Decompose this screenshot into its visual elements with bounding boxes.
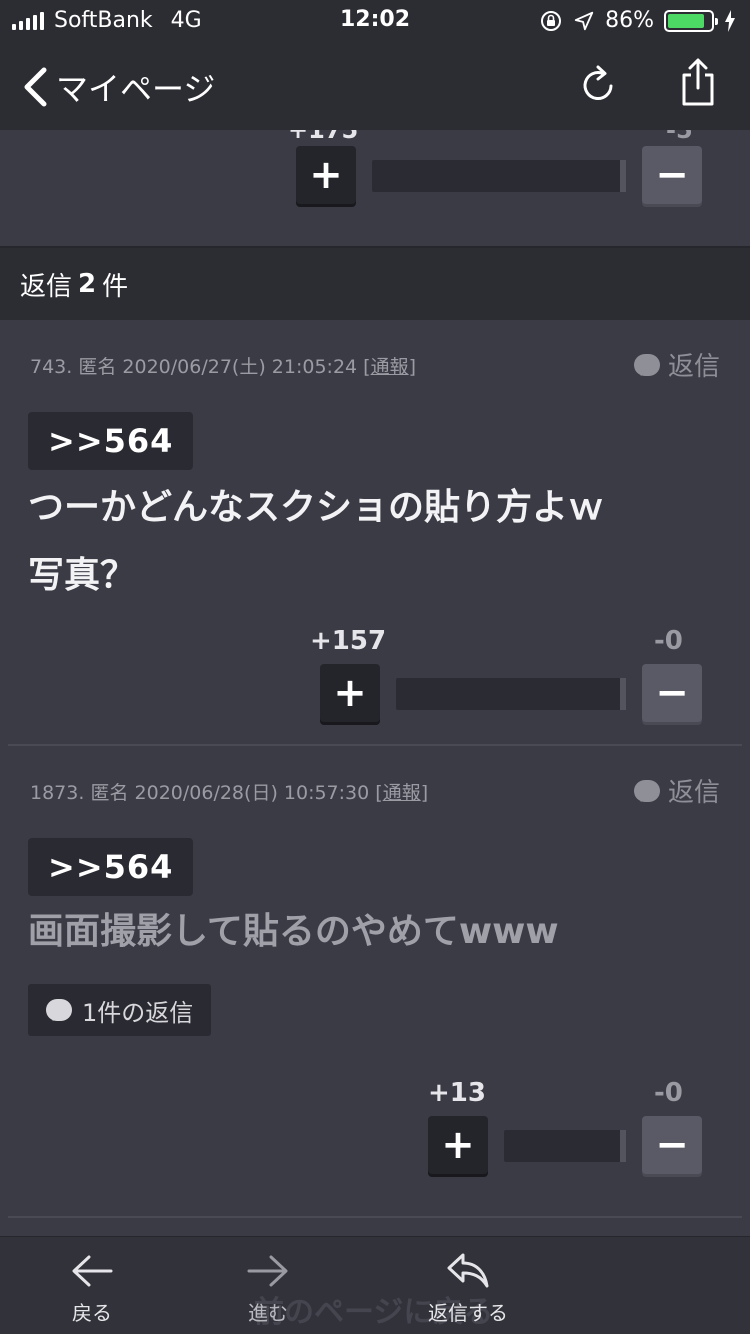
location-arrow-icon xyxy=(574,11,594,30)
navigation-bar: マイページ xyxy=(0,40,750,130)
reply-link[interactable]: 返信 xyxy=(633,772,720,809)
status-right: 86% xyxy=(539,8,736,33)
vote-ratio-bar xyxy=(396,678,626,710)
replies-header: 返信 2 件 xyxy=(0,248,750,320)
battery-percent: 86% xyxy=(605,8,654,33)
post-datetime: 2020/06/27(土) 21:05:24 xyxy=(122,356,358,378)
browser-forward-button[interactable]: 進む xyxy=(208,1251,328,1326)
post-author: 匿名 xyxy=(90,782,129,804)
post-author: 匿名 xyxy=(78,356,117,378)
share-icon[interactable] xyxy=(676,58,720,108)
post-body: 画面撮影して貼るのやめてwww xyxy=(28,898,728,966)
minus-vote-button[interactable]: − xyxy=(642,146,702,204)
quote-anchor-link[interactable]: >>564 xyxy=(28,412,194,470)
previous-plus-score: +175 xyxy=(288,130,359,144)
comment-post: 743. 匿名 2020/06/27(土) 21:05:24 [通報] 返信 >… xyxy=(0,320,750,746)
post-body-line: 写真？ xyxy=(28,555,137,596)
view-replies-button[interactable]: 1件の返信 xyxy=(28,984,212,1036)
arrow-left-icon xyxy=(72,1255,113,1287)
chevron-left-icon xyxy=(24,67,47,107)
battery-icon xyxy=(664,9,718,32)
status-bar: SoftBank 4G 12:02 86% xyxy=(0,0,750,40)
post-body: つーかどんなスクショの貼り方よｗ 写真？ xyxy=(28,474,728,610)
battery-fill xyxy=(668,13,705,28)
plus-vote-button[interactable]: + xyxy=(428,1116,488,1174)
post-separator xyxy=(8,1216,742,1218)
plus-score: +13 xyxy=(428,1078,486,1108)
plus-score: +157 xyxy=(310,626,387,656)
vote-ratio-bar xyxy=(372,160,626,192)
bottom-toolbar: 前のページに戻る 戻る 進む 返信する xyxy=(0,1236,750,1334)
reply-link[interactable]: 返信 xyxy=(633,346,720,383)
speech-bubble-icon xyxy=(633,779,660,802)
previous-minus-score: -5 xyxy=(666,130,693,144)
post-datetime: 2020/06/28(日) 10:57:30 xyxy=(134,782,370,804)
reply-label: 返信 xyxy=(667,352,720,382)
minus-score: -0 xyxy=(654,626,683,656)
post-meta: 743. 匿名 2020/06/27(土) 21:05:24 [通報] xyxy=(30,356,417,378)
charging-bolt-icon xyxy=(725,9,735,32)
speech-bubble-icon xyxy=(633,353,660,376)
compose-reply-button[interactable]: 返信する xyxy=(408,1251,528,1326)
replies-suffix: 件 xyxy=(102,271,129,302)
reload-icon[interactable] xyxy=(578,62,618,106)
minus-score: -0 xyxy=(654,1078,683,1108)
vote-ratio-bar xyxy=(504,1130,626,1162)
previous-comment-vote-area: +175 -5 + − xyxy=(0,130,750,246)
rotation-lock-icon xyxy=(541,10,562,31)
reply-arrow-icon xyxy=(447,1253,489,1288)
plus-vote-button[interactable]: + xyxy=(296,146,356,204)
report-link[interactable]: 通報 xyxy=(383,782,421,804)
browser-back-button[interactable]: 戻る xyxy=(32,1251,152,1326)
replies-prefix: 返信 xyxy=(20,271,73,302)
report-link[interactable]: 通報 xyxy=(371,356,409,378)
back-label: マイページ xyxy=(56,70,216,108)
back-label: 戻る xyxy=(72,1301,112,1325)
reply-label: 返信 xyxy=(667,778,720,808)
arrow-right-icon xyxy=(247,1255,288,1287)
forward-label: 進む xyxy=(248,1301,288,1325)
comment-post: 1873. 匿名 2020/06/28(日) 10:57:30 [通報] 返信 … xyxy=(0,746,750,1216)
minus-vote-button[interactable]: − xyxy=(642,664,702,722)
back-to-mypage-button[interactable]: マイページ xyxy=(18,64,215,110)
speech-bubble-icon xyxy=(46,999,72,1021)
reply-label: 返信する xyxy=(428,1301,508,1325)
post-meta: 1873. 匿名 2020/06/28(日) 10:57:30 [通報] xyxy=(30,782,429,804)
thread-label: 1件の返信 xyxy=(82,998,194,1027)
replies-count: 2 xyxy=(78,269,97,299)
quote-anchor-link[interactable]: >>564 xyxy=(28,838,194,896)
post-body-line: 画面撮影して貼るのやめてwww xyxy=(28,911,559,952)
post-number: 1873. xyxy=(30,782,85,804)
post-number: 743. xyxy=(30,356,73,378)
post-body-line: つーかどんなスクショの貼り方よｗ xyxy=(28,487,605,528)
minus-vote-button[interactable]: − xyxy=(642,1116,702,1174)
plus-vote-button[interactable]: + xyxy=(320,664,380,722)
